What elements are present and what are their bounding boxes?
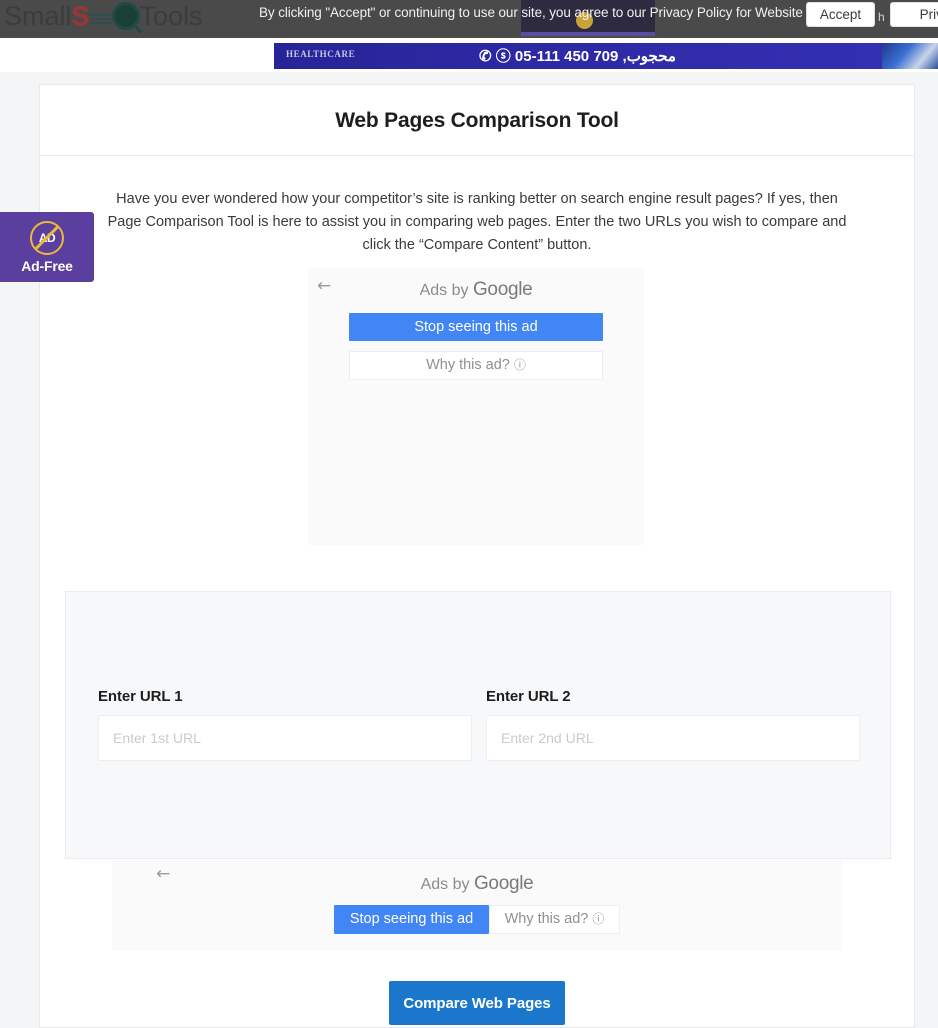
compare-web-pages-button[interactable]: Compare Web Pages — [389, 981, 565, 1025]
url2-input[interactable] — [486, 715, 860, 761]
ads-by-google-label-secondary: Ads by Google — [112, 860, 842, 895]
no-ads-icon: AD — [30, 220, 64, 255]
top-banner-ad-strip: HEALTHCARE ✆ ⓢ 05-111 450 709 ,ﻣﺤﺠﻮﺏ — [0, 38, 938, 72]
logo-text-tools: Tools — [139, 1, 203, 31]
title-divider — [40, 155, 914, 156]
url-fields-row: Enter URL 1 Enter URL 2 — [98, 688, 860, 761]
logo-bars-icon — [89, 12, 112, 26]
url1-input[interactable] — [98, 715, 472, 761]
no-ads-icon-label: AD — [38, 230, 56, 245]
url1-label: Enter URL 1 — [98, 688, 183, 705]
banner-ad-phone-text: ✆ ⓢ 05-111 450 709 ,ﻣﺤﺠﻮﺏ — [479, 48, 676, 65]
why-this-ad-label-secondary: Why this ad? — [504, 911, 589, 927]
ads-by-text-secondary: Ads by — [420, 876, 470, 893]
info-icon: ⓘ — [513, 358, 526, 372]
url2-field-group: Enter URL 2 — [486, 688, 860, 761]
google-wordmark: Google — [472, 279, 533, 300]
top-banner-ad[interactable]: HEALTHCARE ✆ ⓢ 05-111 450 709 ,ﻣﺤﺠﻮﺏ — [274, 43, 938, 69]
banner-ad-brand-label: HEALTHCARE — [286, 49, 356, 59]
ads-by-text: Ads by — [419, 282, 469, 299]
stop-seeing-ad-button[interactable]: Stop seeing this ad — [349, 313, 603, 341]
info-icon-secondary: ⓘ — [592, 912, 605, 926]
google-ad-block-secondary: ← Ads by Google Stop seeing this ad Why … — [112, 860, 842, 951]
logo-text-small: Small — [4, 1, 72, 31]
ad-controls-row: Stop seeing this ad Why this ad? ⓘ — [112, 905, 842, 934]
site-header-cookie-bar: SmallS Tools By clicking "Accept" or cont… — [0, 0, 938, 38]
url1-field-group: Enter URL 1 — [98, 688, 472, 761]
ad-back-arrow-icon-secondary[interactable]: ← — [156, 866, 170, 883]
logo-letter-s: S — [71, 1, 90, 31]
ad-back-arrow-icon[interactable]: ← — [317, 278, 331, 295]
url-input-panel: Enter URL 1 Enter URL 2 — [65, 591, 891, 859]
why-this-ad-button-secondary[interactable]: Why this ad? ⓘ — [489, 905, 620, 934]
why-this-ad-label: Why this ad? — [426, 357, 510, 373]
site-logo[interactable]: SmallS Tools — [4, 1, 203, 32]
tool-description: Have you ever wondered how your competit… — [107, 191, 847, 253]
stray-text-fragment: h — [878, 10, 885, 24]
url2-label: Enter URL 2 — [486, 688, 571, 705]
tool-card: Web Pages Comparison Tool Have you ever … — [39, 84, 915, 1028]
google-wordmark-secondary: Google — [473, 873, 534, 894]
ad-free-badge-label: Ad-Free — [21, 257, 73, 274]
accept-cookies-button[interactable]: Accept — [806, 2, 875, 27]
page-gutter-right — [922, 72, 938, 1028]
cookie-consent-message: By clicking "Accept" or continuing to us… — [259, 5, 803, 20]
stop-seeing-ad-button-secondary[interactable]: Stop seeing this ad — [334, 905, 489, 934]
why-this-ad-button[interactable]: Why this ad? ⓘ — [349, 351, 603, 380]
google-ad-block-primary: ← Ads by Google Stop seeing this ad Why … — [308, 267, 644, 545]
banner-ad-image — [882, 43, 938, 69]
page-title: Web Pages Comparison Tool — [335, 109, 619, 132]
ads-by-google-label: Ads by Google — [308, 267, 644, 301]
ad-free-upgrade-badge[interactable]: AD Ad-Free — [0, 212, 94, 282]
privacy-policy-button[interactable]: Priva — [890, 2, 938, 27]
logo-magnifier-icon — [111, 2, 140, 30]
